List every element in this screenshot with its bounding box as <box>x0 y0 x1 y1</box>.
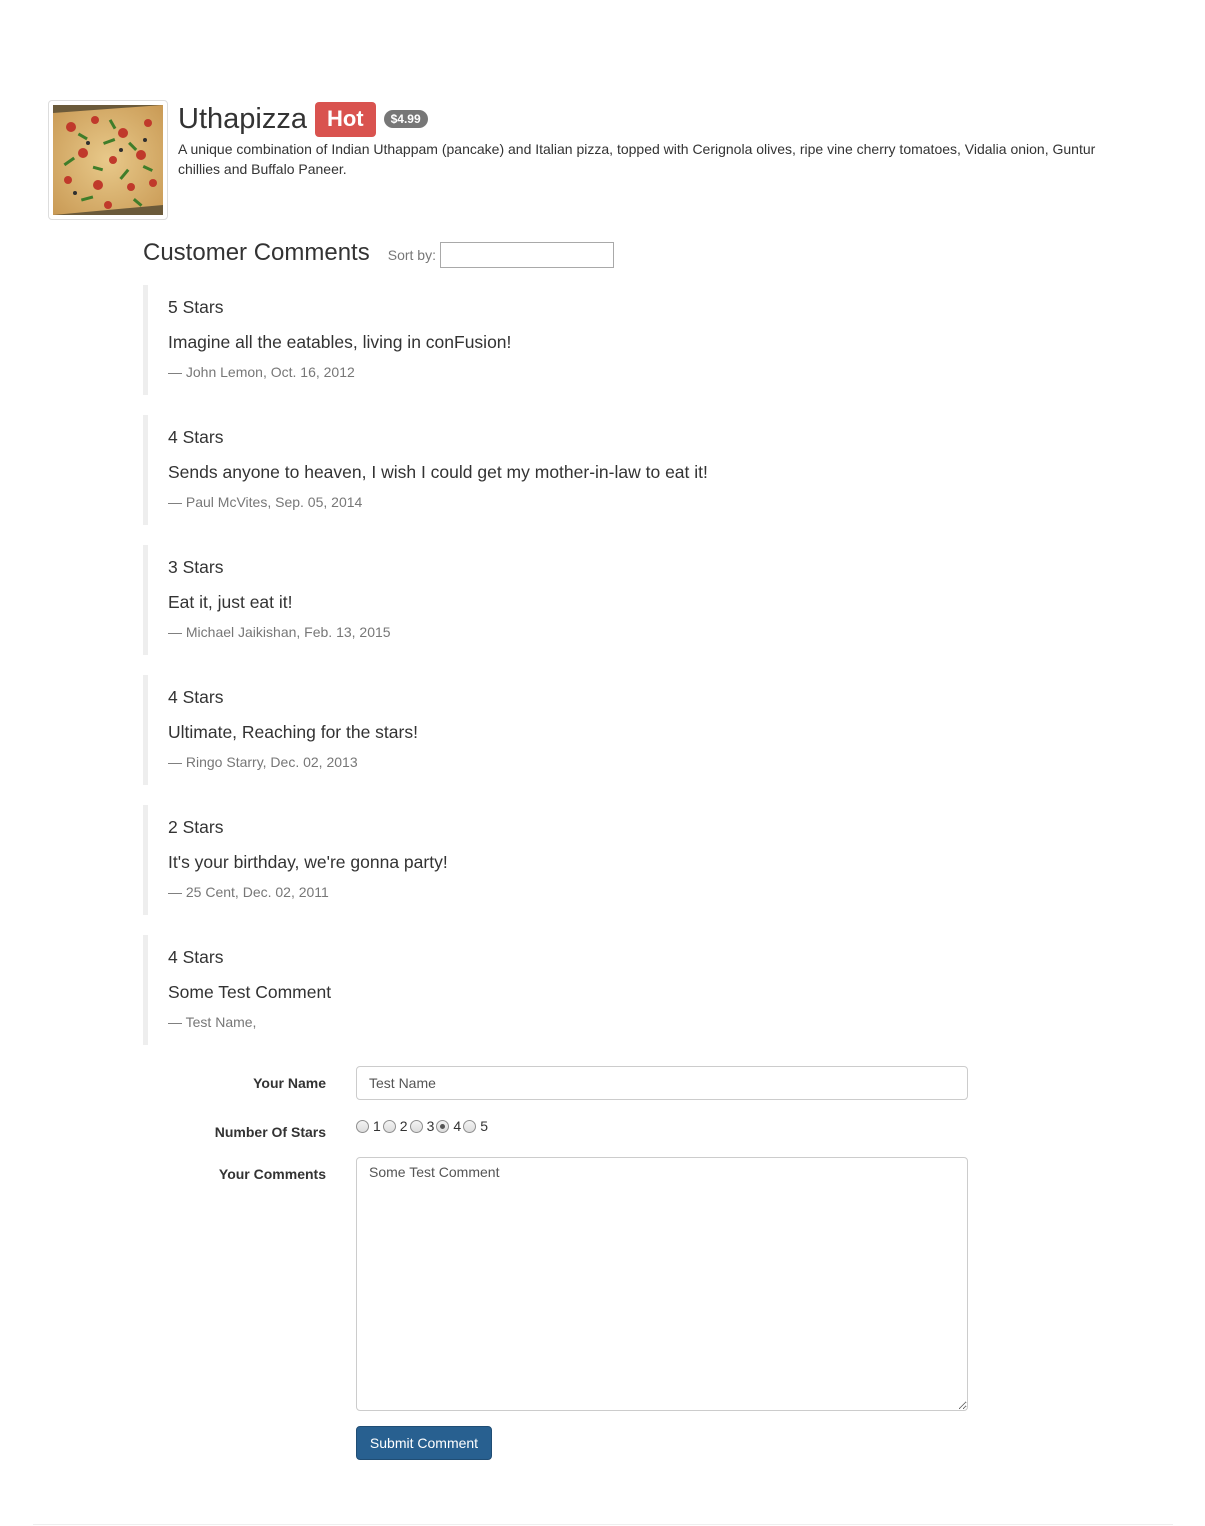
comment-author: — John Lemon, Oct. 16, 2012 <box>168 364 355 380</box>
star-radio-1[interactable] <box>356 1119 369 1133</box>
dish-heading: Uthapizza Hot $4.99 <box>178 100 1138 138</box>
comment-author: — Test Name, <box>168 1014 257 1030</box>
comment-item: 4 Stars Ultimate, Reaching for the stars… <box>143 675 1043 785</box>
sort-label: Sort by: <box>387 247 436 263</box>
dish-image <box>48 100 168 220</box>
name-input[interactable] <box>356 1066 968 1100</box>
comment-text: Some Test Comment <box>168 982 332 1002</box>
footer-divider <box>33 1524 1173 1525</box>
comments-label: Your Comments <box>218 1166 326 1182</box>
comment-item: 3 Stars Eat it, just eat it! — Michael J… <box>143 545 1043 655</box>
star-option-label: 4 <box>453 1118 462 1134</box>
comment-rating: 2 Stars <box>168 817 224 837</box>
sort-input[interactable] <box>439 242 614 268</box>
comments-title: Customer Comments <box>143 239 370 266</box>
star-radio-4[interactable] <box>436 1119 450 1133</box>
comment-rating: 4 Stars <box>168 687 224 707</box>
star-option-label: 3 <box>426 1118 435 1134</box>
comment-text: Sends anyone to heaven, I wish I could g… <box>168 462 708 482</box>
comment-item: 2 Stars It's your birthday, we're gonna … <box>143 805 1043 915</box>
name-label: Your Name <box>253 1075 326 1091</box>
comments-header: Customer Comments Sort by: <box>143 238 614 268</box>
comment-rating: 4 Stars <box>168 947 224 967</box>
comment-item: 5 Stars Imagine all the eatables, living… <box>143 285 1043 395</box>
comment-author: — 25 Cent, Dec. 02, 2011 <box>168 884 329 900</box>
stars-radio-group: 1 2 3 4 5 <box>356 1118 490 1134</box>
comment-text: Eat it, just eat it! <box>168 592 293 612</box>
stars-label: Number Of Stars <box>214 1124 326 1140</box>
star-radio-3[interactable] <box>409 1119 423 1133</box>
submit-comment-button[interactable]: Submit Comment <box>356 1426 492 1460</box>
star-option-label: 2 <box>399 1118 408 1134</box>
comment-rating: 4 Stars <box>168 427 224 447</box>
dish-description: A unique combination of Indian Uthappam … <box>178 141 1096 177</box>
star-radio-5[interactable] <box>463 1119 477 1133</box>
comment-rating: 3 Stars <box>168 557 224 577</box>
price-badge: $4.99 <box>383 110 428 128</box>
comment-text: Ultimate, Reaching for the stars! <box>168 722 418 742</box>
comment-author: — Paul McVites, Sep. 05, 2014 <box>168 494 363 510</box>
star-option-label: 5 <box>480 1118 488 1134</box>
comment-author: — Michael Jaikishan, Feb. 13, 2015 <box>168 624 391 640</box>
comment-author: — Ringo Starry, Dec. 02, 2013 <box>168 754 358 770</box>
comments-textarea[interactable]: Some Test Comment <box>356 1157 968 1411</box>
dish-name: Uthapizza <box>178 102 307 135</box>
dish-details: Uthapizza Hot $4.99 A unique combination… <box>178 100 1138 179</box>
comments-list: 5 Stars Imagine all the eatables, living… <box>143 285 1043 1065</box>
star-radio-2[interactable] <box>382 1119 396 1133</box>
comment-item: 4 Stars Sends anyone to heaven, I wish I… <box>143 415 1043 525</box>
star-option-label: 1 <box>373 1118 381 1134</box>
comment-preview: 4 Stars Some Test Comment — Test Name, <box>143 935 1043 1045</box>
comment-text: Imagine all the eatables, living in conF… <box>168 332 512 352</box>
comment-rating: 5 Stars <box>168 297 224 317</box>
comment-text: It's your birthday, we're gonna party! <box>168 852 448 872</box>
pizza-image <box>53 105 163 215</box>
hot-label: Hot <box>314 101 376 137</box>
